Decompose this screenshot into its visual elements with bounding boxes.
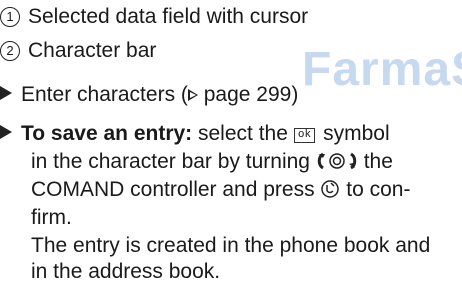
result-line-1: The entry is created in the phone book a… xyxy=(31,234,431,257)
result-line-2: in the address book. xyxy=(31,260,221,283)
legend-text-2: Character bar xyxy=(28,39,157,62)
legend-item-1: 1 Selected data field with cursor xyxy=(0,3,308,31)
step2-line2-a: in the character bar by turning xyxy=(31,150,310,173)
step-arrow-icon xyxy=(0,86,12,100)
step2-line3-a: COMAND controller and press xyxy=(31,178,315,201)
instruction-step-2-line-2: in the character bar by turning the xyxy=(31,148,393,176)
step-arrow-icon xyxy=(0,125,12,139)
step2-text-b: symbol xyxy=(323,122,390,145)
instruction-step-2-line-4: firm. xyxy=(31,206,72,229)
instruction-step-2-line-3: COMAND controller and press to con- xyxy=(31,176,410,204)
step2-line2-b: the xyxy=(363,150,393,173)
step2-heading: To save an entry: xyxy=(21,122,193,145)
step1-text-after: ) xyxy=(291,83,299,106)
watermark: FarmaS xyxy=(302,43,462,96)
legend-text-1: Selected data field with cursor xyxy=(28,5,309,28)
controller-turn-icon xyxy=(317,152,357,170)
legend-item-2: 2 Character bar xyxy=(0,37,156,65)
controller-press-icon xyxy=(321,180,340,198)
step1-text-before: Enter characters ( xyxy=(21,83,188,106)
instruction-step-2-line-1: To save an entry: select the ok symbol xyxy=(0,120,390,148)
instruction-step-1: Enter characters ( page 299) xyxy=(0,81,298,109)
page-ref-arrow-icon xyxy=(187,89,198,101)
ok-symbol-icon: ok xyxy=(293,128,316,143)
step2-line3-b: to con- xyxy=(346,178,411,201)
callout-number-2: 2 xyxy=(0,41,20,61)
page-reference-link[interactable]: page 299 xyxy=(204,83,292,106)
callout-number-1: 1 xyxy=(0,7,20,27)
step2-text-a: select the xyxy=(192,122,288,145)
